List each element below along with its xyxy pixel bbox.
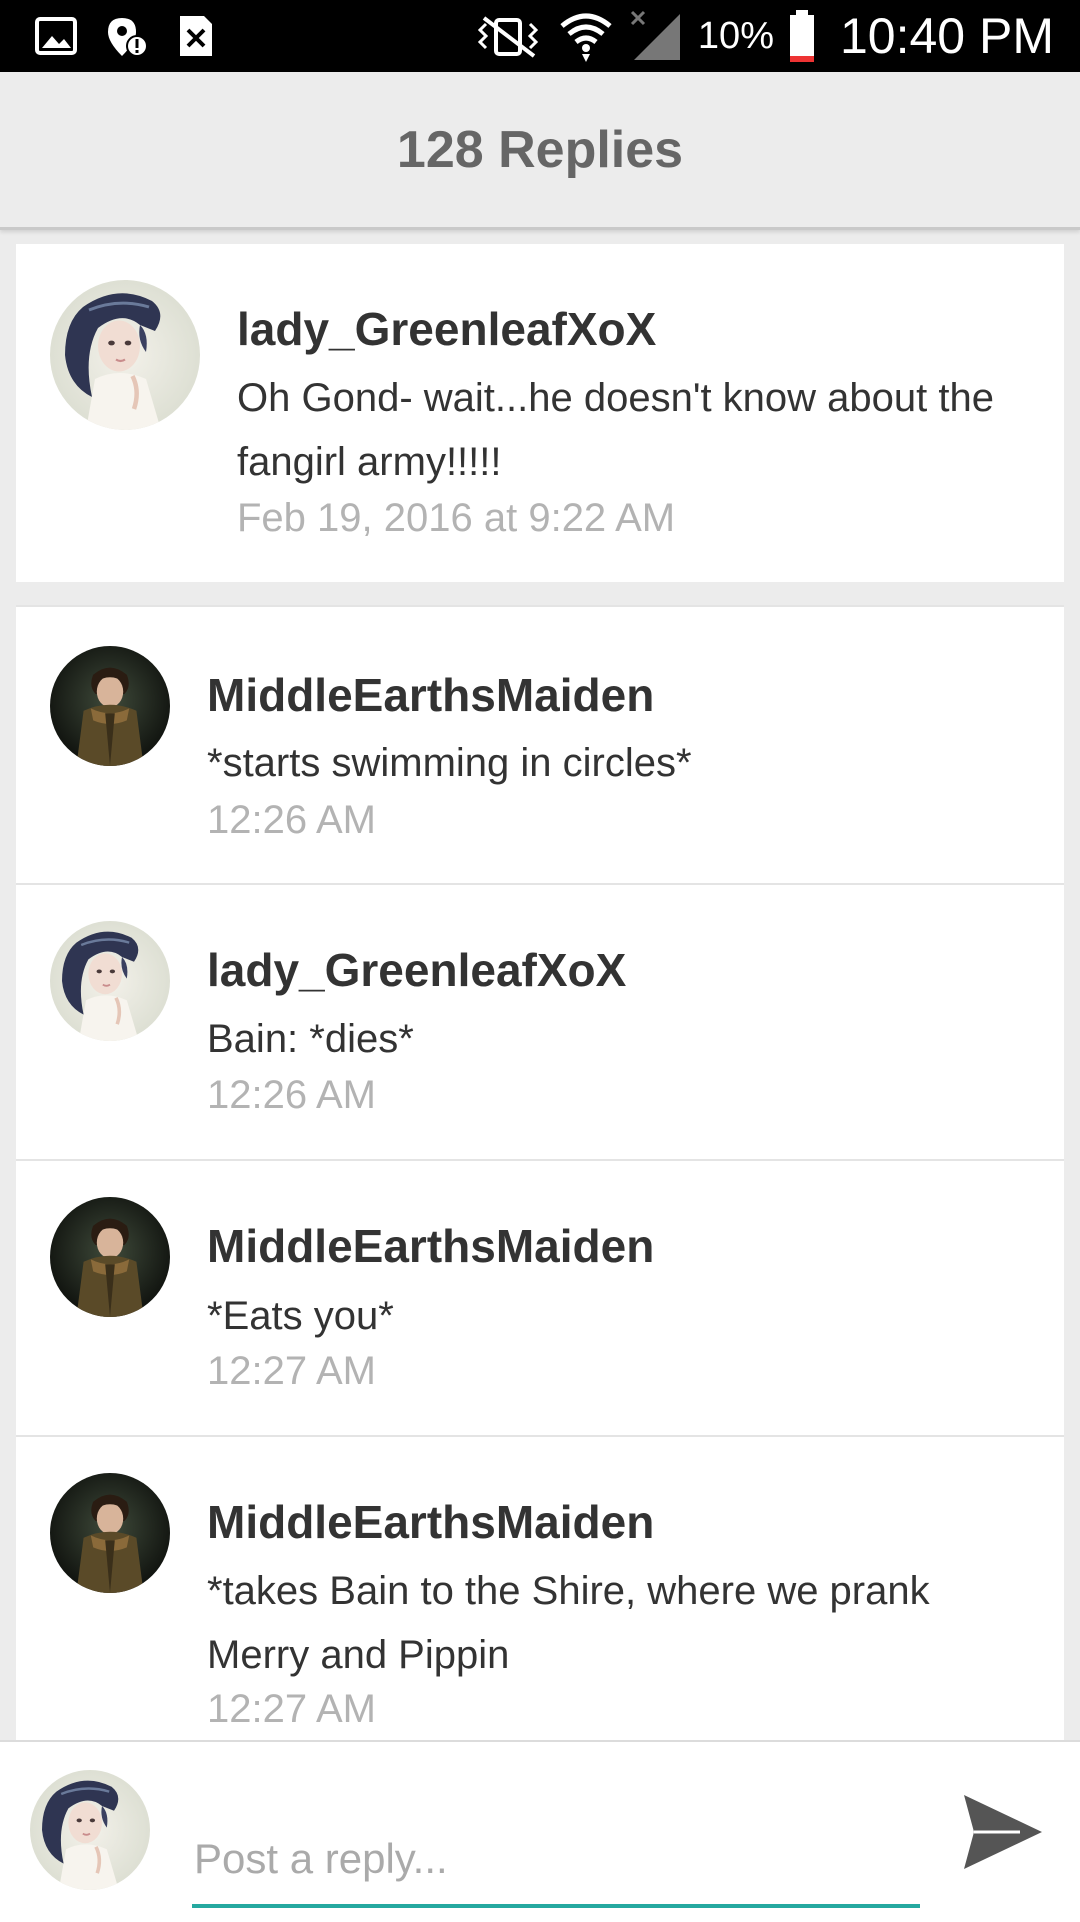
- post-username[interactable]: lady_GreenleafXoX: [237, 302, 656, 356]
- signal-icon: [630, 10, 680, 60]
- reply-username[interactable]: MiddleEarthsMaiden: [207, 1219, 654, 1273]
- original-post: lady_GreenleafXoX Oh Gond- wait...he doe…: [16, 244, 1064, 582]
- reply-username[interactable]: MiddleEarthsMaiden: [207, 1495, 654, 1549]
- list-item: MiddleEarthsMaiden *takes Bain to the Sh…: [16, 1437, 1064, 1740]
- vibrate-icon: [477, 16, 539, 58]
- notification-icons: [34, 14, 218, 58]
- list-item: MiddleEarthsMaiden *Eats you* 12:27 AM: [16, 1161, 1064, 1436]
- system-icons: 10% 10:40 PM: [472, 8, 1054, 64]
- avatar[interactable]: [50, 646, 170, 766]
- reply-input[interactable]: [192, 1814, 920, 1908]
- battery-icon: [789, 10, 814, 62]
- status-bar: 10% 10:40 PM: [0, 0, 1080, 72]
- app-header: 128 Replies: [0, 72, 1080, 230]
- reply-text: *starts swimming in circles*: [207, 741, 692, 785]
- reply-timestamp: 12:26 AM: [207, 798, 377, 842]
- reply-timestamp: 12:27 AM: [207, 1687, 377, 1731]
- reply-username[interactable]: lady_GreenleafXoX: [207, 943, 626, 997]
- post-text: Oh Gond- wait...he doesn't know about th…: [237, 376, 994, 484]
- avatar[interactable]: [50, 921, 170, 1041]
- avatar[interactable]: [50, 1473, 170, 1593]
- divider: [16, 605, 1064, 607]
- reply-text: *Eats you*: [207, 1294, 394, 1338]
- avatar[interactable]: [50, 1197, 170, 1317]
- post-timestamp: Feb 19, 2016 at 9:22 AM: [237, 496, 676, 540]
- location-alert-icon: [108, 18, 148, 57]
- reply-text: *takes Bain to the Shire, where we prank…: [207, 1569, 930, 1677]
- page-title: 128 Replies: [396, 120, 684, 179]
- reply-text: Bain: *dies*: [207, 1017, 414, 1061]
- close-box-icon: [180, 16, 212, 56]
- list-item: MiddleEarthsMaiden *starts swimming in c…: [16, 608, 1064, 883]
- reply-timestamp: 12:27 AM: [207, 1349, 377, 1393]
- send-icon[interactable]: [960, 1789, 1046, 1875]
- reply-username[interactable]: MiddleEarthsMaiden: [207, 668, 654, 722]
- reply-bar: [0, 1740, 1080, 1922]
- list-item: lady_GreenleafXoX Bain: *dies* 12:26 AM: [16, 885, 1064, 1160]
- wifi-icon: [560, 13, 612, 62]
- avatar: [30, 1770, 150, 1890]
- clock: 10:40 PM: [839, 8, 1054, 64]
- battery-percent: 10%: [697, 14, 774, 57]
- reply-timestamp: 12:26 AM: [207, 1073, 377, 1117]
- image-icon: [35, 17, 77, 55]
- avatar[interactable]: [50, 280, 200, 430]
